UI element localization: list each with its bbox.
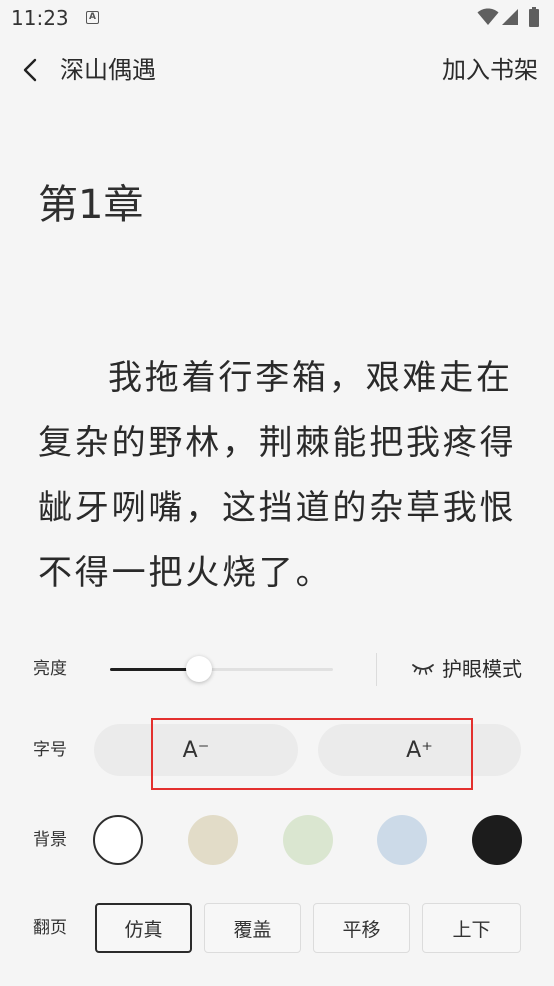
background-option-blue[interactable]: [377, 815, 427, 865]
status-time: 11:23: [11, 6, 69, 30]
battery-icon: [528, 7, 540, 31]
background-label: 背景: [33, 830, 67, 850]
page-turn-cover-button[interactable]: 覆盖: [204, 903, 301, 953]
background-option-green[interactable]: [283, 815, 333, 865]
reader-settings-panel: 亮度 护眼模式 字号 A⁻ A⁺ 背景 翻页 仿真 覆盖 平移 上下: [0, 630, 554, 986]
brightness-slider[interactable]: [110, 668, 333, 671]
brightness-slider-thumb[interactable]: [186, 656, 213, 682]
background-option-white[interactable]: [93, 815, 143, 865]
status-bar: 11:23 A: [0, 0, 554, 36]
background-option-beige[interactable]: [188, 815, 238, 865]
wifi-icon: [477, 8, 499, 30]
app-notification-icon: A: [86, 11, 99, 24]
page-turn-label: 翻页: [33, 918, 67, 938]
page-turn-scroll-button[interactable]: 上下: [422, 903, 521, 953]
page-turn-slide-button[interactable]: 平移: [313, 903, 410, 953]
eye-care-mode-button[interactable]: 护眼模式: [442, 657, 522, 681]
chevron-left-icon: [23, 58, 37, 82]
font-size-label: 字号: [33, 740, 67, 760]
background-option-black[interactable]: [472, 815, 522, 865]
chapter-paragraph: 我拖着行李箱，艰难走在复杂的野林，荆棘能把我疼得龇牙咧嘴，这挡道的杂草我恨不得一…: [38, 358, 517, 593]
divider: [376, 653, 377, 686]
highlight-box: [151, 718, 473, 790]
page-turn-simulation-button[interactable]: 仿真: [95, 903, 192, 953]
closed-eye-icon[interactable]: [411, 661, 435, 681]
signal-icon: [502, 9, 519, 30]
add-to-shelf-button[interactable]: 加入书架: [442, 56, 538, 84]
back-button[interactable]: [18, 56, 44, 84]
brightness-label: 亮度: [33, 659, 67, 679]
chapter-title: 第1章: [38, 182, 144, 228]
book-title: 深山偶遇: [60, 56, 156, 84]
